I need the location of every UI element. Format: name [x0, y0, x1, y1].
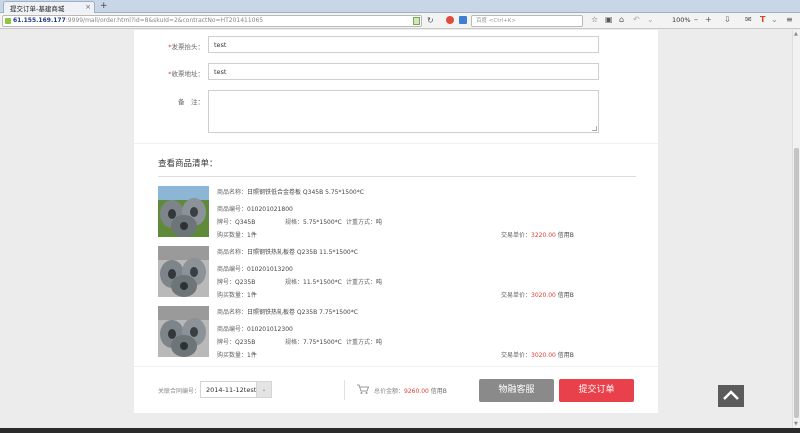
product-quantity: 购买数量：1件 — [217, 352, 257, 359]
resize-handle-icon[interactable] — [592, 126, 597, 131]
product-code: 商品编号：010201013200 — [217, 266, 293, 273]
product-name: 商品名称：日照钢铁低合金卷板 Q345B 5.75*1500*C — [217, 189, 364, 196]
product-spec: 规格：11.5*1500*C — [285, 279, 342, 286]
history-dropdown-icon[interactable]: ⌄ — [647, 15, 654, 25]
text-tool-icon[interactable]: T — [760, 15, 765, 25]
order-footer: 关联合同编号： 2014-11-12test ⌄ 总价金额：9260.00 信用… — [134, 366, 658, 413]
total-amount: 9260.00 — [404, 388, 429, 395]
product-measure: 计重方式：吨 — [346, 339, 383, 346]
bookmark-star-icon[interactable]: ☆ — [591, 15, 598, 25]
chat-icon[interactable]: ✉ — [745, 15, 752, 25]
extension-icon[interactable] — [446, 16, 454, 24]
steel-coil-image[interactable] — [158, 306, 209, 357]
steel-coil-image[interactable] — [158, 186, 209, 237]
address-bar[interactable]: 61.155.169.177:9999/mall/order.html?id=8… — [2, 15, 422, 27]
total-label: 总价金额： — [374, 388, 405, 395]
site-identity-icon — [5, 18, 11, 24]
page-scrollbar[interactable]: ▲ ▼ — [792, 30, 800, 428]
download-icon[interactable]: ⇩ — [724, 15, 731, 25]
chevron-up-icon — [723, 390, 739, 400]
url-host: 61.155.169.177 — [13, 17, 66, 24]
product-grade: 牌号：Q235B — [217, 339, 256, 346]
product-price: 交易单价：3020.00 信用B — [501, 292, 574, 299]
clipboard-icon[interactable]: ▣ — [605, 15, 613, 25]
browser-tab[interactable]: 提交订单-基建商城 × — [3, 1, 95, 13]
invoice-address-input[interactable]: test — [208, 63, 599, 80]
browser-tab-bar: 提交订单-基建商城 × + — [0, 0, 800, 13]
goods-list-title: 查看商品清单： — [158, 159, 218, 169]
zoom-in-icon[interactable]: + — [705, 15, 712, 25]
invoice-title-input[interactable]: test — [208, 36, 599, 53]
divider — [158, 176, 636, 177]
product-row: 商品名称：日照钢铁热轧板卷 Q235B 7.75*1500*C 商品编号：0102… — [158, 304, 636, 362]
product-row: 商品名称：日照钢铁低合金卷板 Q345B 5.75*1500*C 商品编号：010… — [158, 184, 636, 242]
zoom-level: 100% — [672, 16, 691, 24]
home-icon[interactable]: ⌂ — [619, 15, 624, 25]
total-price: 总价金额：9260.00 信用B — [374, 386, 447, 395]
search-input[interactable]: 百度 <Ctrl+K> — [471, 15, 583, 27]
total-unit: 信用B — [430, 388, 447, 395]
contract-value: 2014-11-12test — [206, 386, 257, 394]
product-code: 商品编号：010201021800 — [217, 206, 293, 213]
order-form-card: *发票抬头： test *收票地址： test 备 注： 查看商品清单： 商品名… — [134, 30, 658, 413]
divider — [344, 380, 345, 400]
product-spec: 规格：5.75*1500*C — [285, 219, 342, 226]
product-spec: 规格：7.75*1500*C — [285, 339, 342, 346]
scrollbar-thumb[interactable] — [794, 148, 799, 418]
product-quantity: 购买数量：1件 — [217, 232, 257, 239]
back-to-top-button[interactable] — [718, 385, 744, 407]
product-price: 交易单价：3220.00 信用B — [501, 232, 574, 239]
browser-toolbar: 61.155.169.177:9999/mall/order.html?id=8… — [0, 13, 800, 29]
refresh-icon[interactable]: ↻ — [427, 16, 434, 25]
contract-select[interactable]: 2014-11-12test ⌄ — [200, 381, 272, 398]
remark-label: 备 注： — [178, 98, 204, 106]
product-grade: 牌号：Q345B — [217, 219, 256, 226]
taskbar — [0, 428, 800, 433]
product-row: 商品名称：日照钢铁热轧板卷 Q235B 11.5*1500*C 商品编号：0102… — [158, 244, 636, 302]
product-price: 交易单价：3020.00 信用B — [501, 352, 574, 359]
contract-label: 关联合同编号： — [158, 388, 201, 395]
product-grade: 牌号：Q235B — [217, 279, 256, 286]
divider — [134, 143, 658, 144]
back-icon[interactable]: ↶ — [633, 15, 640, 25]
product-name: 商品名称：日照钢铁热轧板卷 Q235B 7.75*1500*C — [217, 309, 358, 316]
tab-close-icon[interactable]: × — [85, 3, 91, 11]
zoom-out-icon[interactable]: – — [694, 15, 698, 25]
page-viewport: *发票抬头： test *收票地址： test 备 注： 查看商品清单： 商品名… — [0, 30, 792, 428]
product-measure: 计重方式：吨 — [346, 279, 383, 286]
scroll-up-icon[interactable]: ▲ — [794, 31, 798, 37]
submit-order-button[interactable]: 提交订单 — [559, 379, 634, 402]
menu-icon[interactable]: ≡ — [786, 15, 793, 25]
search-engine-icon[interactable] — [459, 16, 467, 24]
product-name: 商品名称：日照钢铁热轧板卷 Q235B 11.5*1500*C — [217, 249, 358, 256]
shield-icon[interactable] — [413, 17, 420, 25]
chevron-down-icon[interactable]: ⌄ — [256, 381, 272, 398]
tab-title: 提交订单-基建商城 — [10, 5, 65, 13]
product-quantity: 购买数量：1件 — [217, 292, 257, 299]
product-measure: 计重方式：吨 — [346, 219, 383, 226]
product-code: 商品编号：010201012300 — [217, 326, 293, 333]
dropdown-icon[interactable]: ⌄ — [771, 15, 778, 25]
steel-coil-image[interactable] — [158, 246, 209, 297]
customer-service-button[interactable]: 物融客服 — [479, 379, 554, 402]
url-path: :9999/mall/order.html?id=8&skuId=2&contr… — [65, 17, 264, 24]
scroll-down-icon[interactable]: ▼ — [794, 421, 798, 427]
invoice-address-label: *收票地址： — [168, 70, 204, 78]
new-tab-icon[interactable]: + — [100, 1, 108, 12]
invoice-title-label: *发票抬头： — [168, 43, 204, 51]
remark-textarea[interactable] — [208, 90, 599, 133]
cart-icon — [357, 384, 370, 394]
